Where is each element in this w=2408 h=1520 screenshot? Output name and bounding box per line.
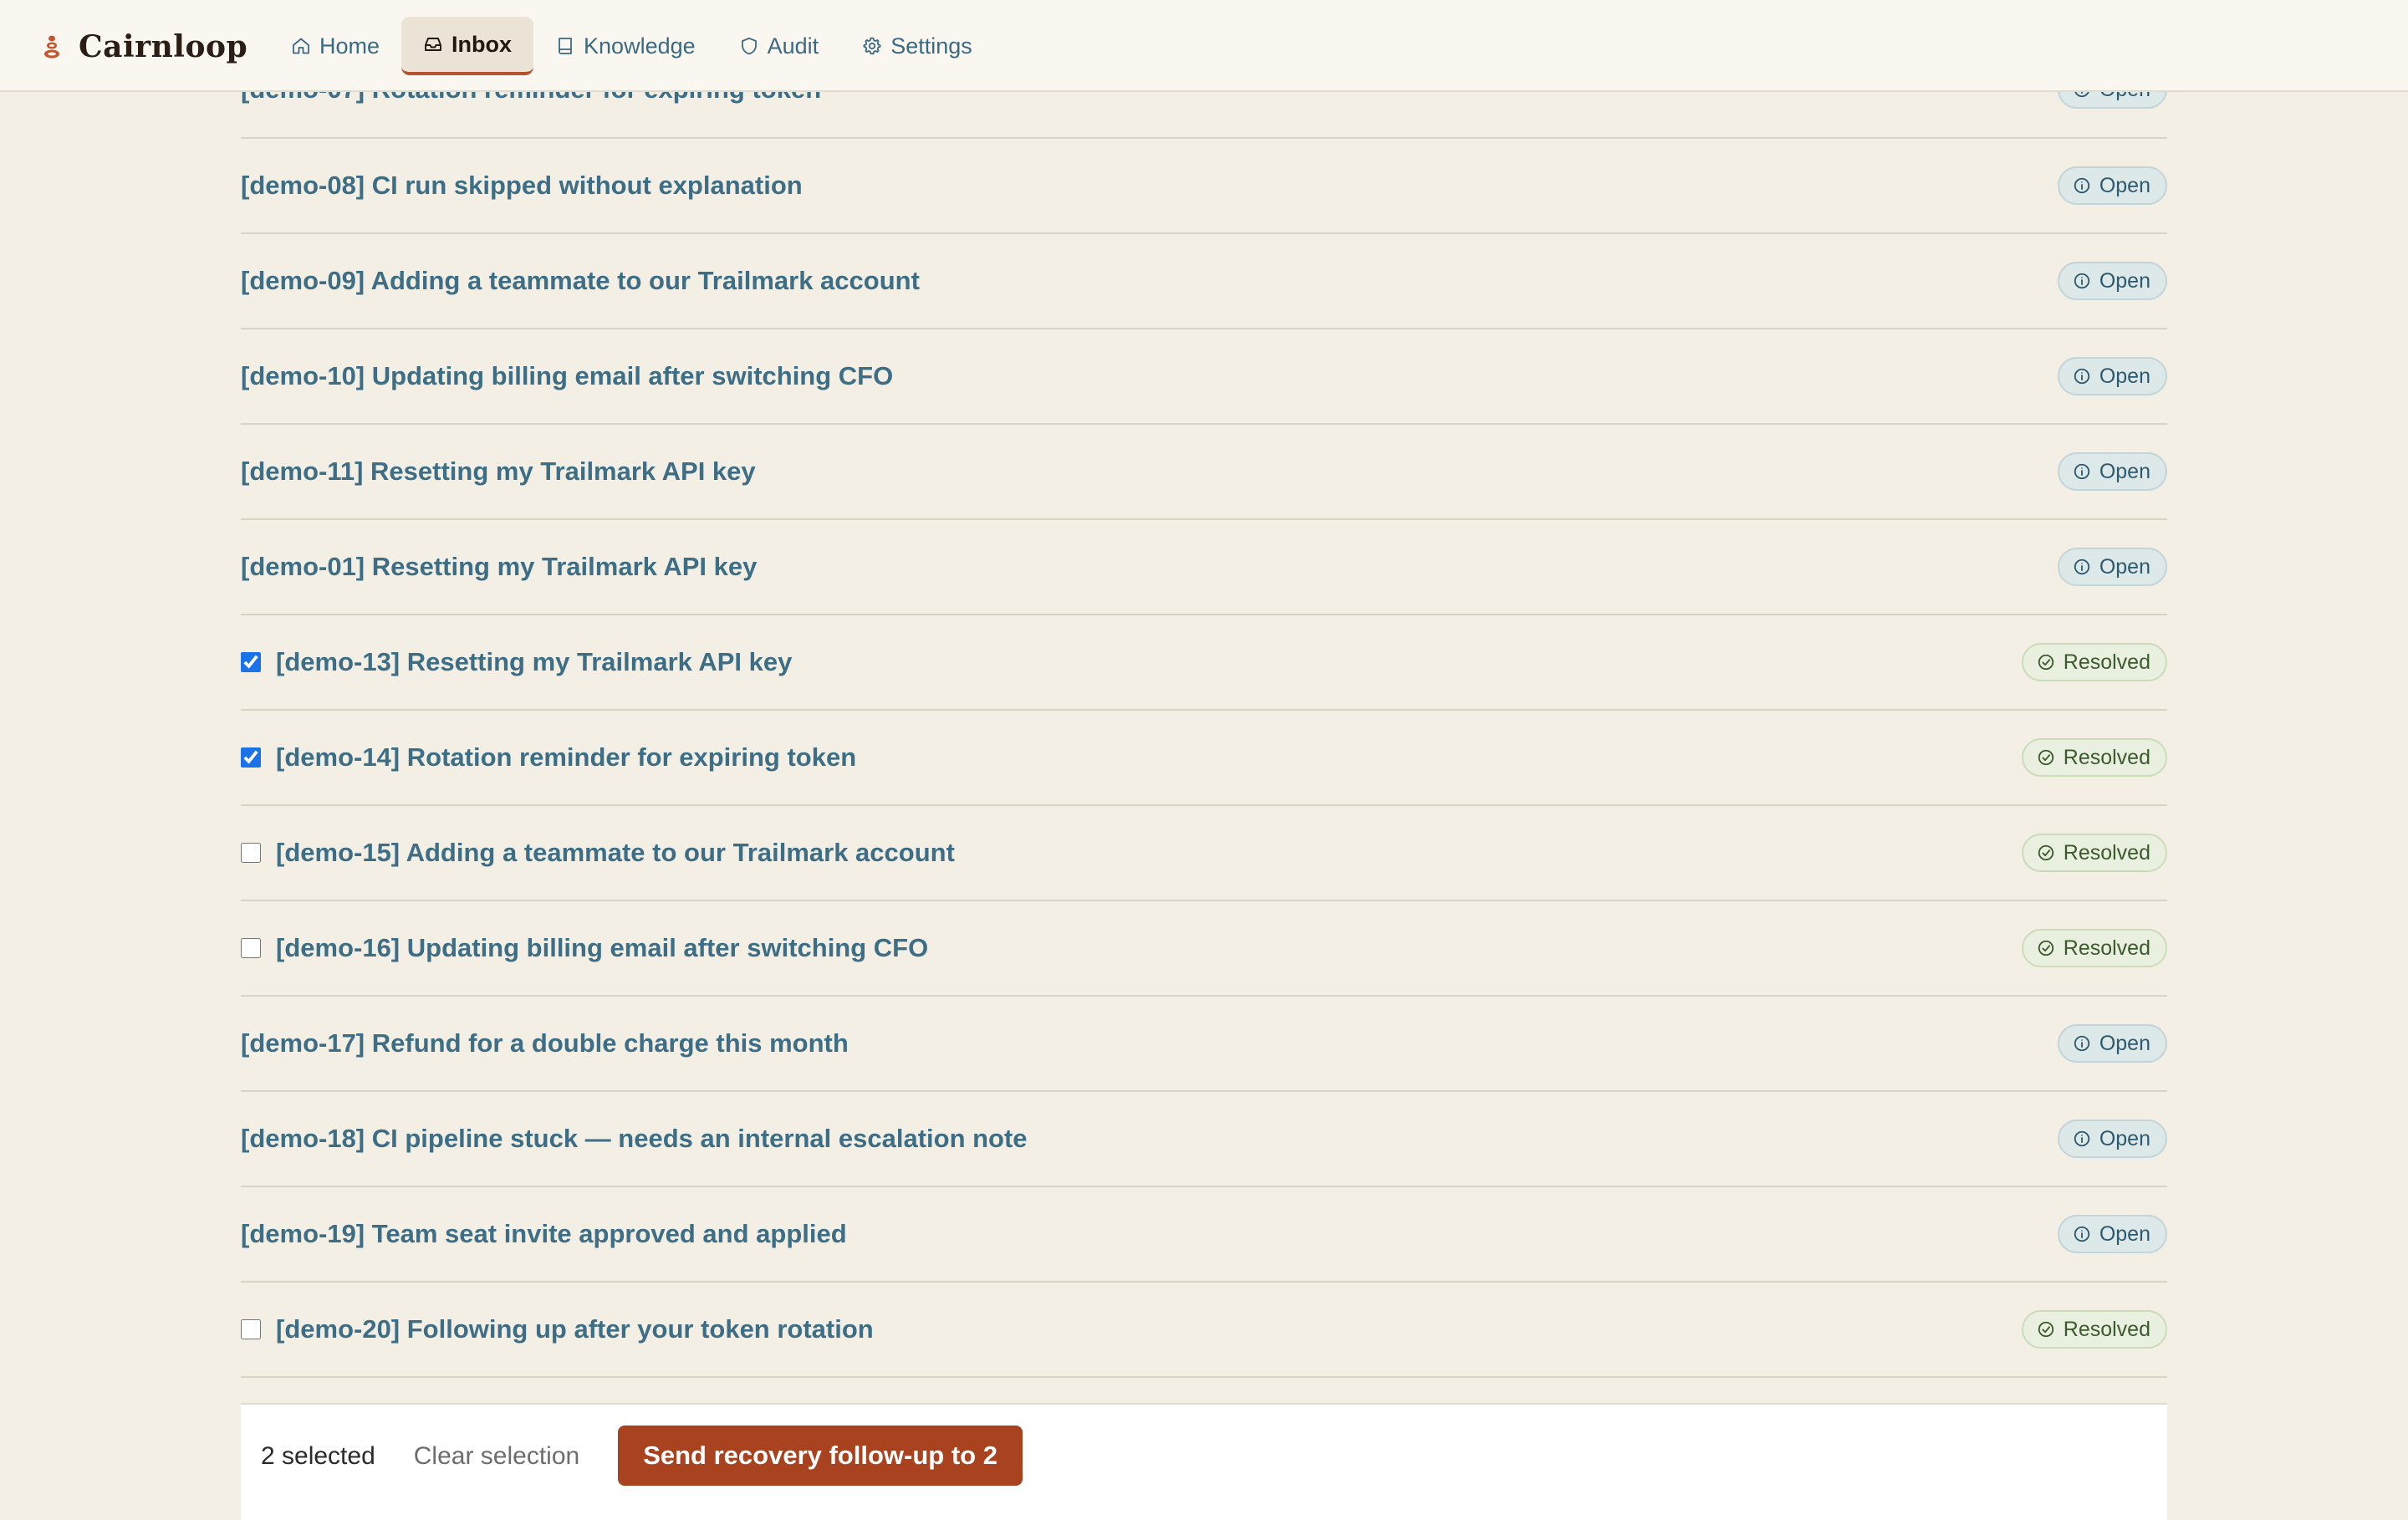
status-label: Open — [2099, 459, 2150, 483]
status-badge: Resolved — [2021, 1310, 2167, 1349]
conversation-title[interactable]: [demo-13] Resetting my Trailmark API key — [276, 647, 792, 677]
conversation-title[interactable]: [demo-20] Following up after your token … — [276, 1314, 874, 1344]
nav-tab-home[interactable]: Home — [269, 17, 401, 75]
row-select-checkbox[interactable] — [241, 938, 261, 958]
info-circle-icon — [2074, 1226, 2089, 1242]
status-label: Resolved — [2063, 840, 2150, 865]
conversation-row[interactable]: [demo-14] Rotation reminder for expiring… — [241, 711, 2167, 806]
nav-tab-label: Inbox — [452, 31, 513, 57]
gear-icon — [863, 37, 881, 55]
home-icon — [293, 38, 309, 54]
status-label: Resolved — [2063, 650, 2150, 674]
check-circle-icon — [2038, 654, 2053, 671]
nav-tab-settings[interactable]: Settings — [840, 17, 994, 75]
conversation-row[interactable]: [demo-17] Refund for a double charge thi… — [241, 997, 2167, 1092]
check-circle-icon — [2038, 844, 2053, 861]
status-badge: Open — [2057, 357, 2167, 395]
conversation-row[interactable]: [demo-15] Adding a teammate to our Trail… — [241, 806, 2167, 901]
top-navigation-bar: Cairnloop Home Inbox Knowledge Audit Set… — [0, 0, 2408, 92]
status-label: Open — [2099, 554, 2150, 579]
conversation-row[interactable]: [demo-19] Team seat invite approved and … — [241, 1187, 2167, 1283]
status-label: Open — [2099, 1126, 2150, 1150]
nav-tab-audit[interactable]: Audit — [717, 17, 841, 75]
nav-tab-inbox[interactable]: Inbox — [401, 17, 534, 75]
status-label: Resolved — [2063, 745, 2150, 769]
conversation-row[interactable]: [demo-08] CI run skipped without explana… — [241, 139, 2167, 234]
status-badge: Open — [2057, 548, 2167, 586]
check-circle-icon — [2038, 940, 2053, 956]
status-badge: Resolved — [2021, 643, 2167, 681]
row-select-checkbox[interactable] — [241, 843, 261, 863]
status-badge: Open — [2057, 166, 2167, 205]
info-circle-icon — [2074, 559, 2089, 575]
status-badge: Open — [2057, 1024, 2167, 1063]
conversation-title[interactable]: [demo-18] CI pipeline stuck — needs an i… — [241, 1124, 1028, 1154]
conversation-title[interactable]: [demo-19] Team seat invite approved and … — [241, 1219, 847, 1249]
conversation-list: [demo-07] Rotation reminder for expiring… — [241, 50, 2167, 1378]
info-circle-icon — [2074, 177, 2089, 194]
conversation-title[interactable]: [demo-11] Resetting my Trailmark API key — [241, 457, 756, 487]
info-circle-icon — [2074, 1035, 2089, 1052]
conversation-title[interactable]: [demo-10] Updating billing email after s… — [241, 361, 893, 391]
status-badge: Open — [2057, 262, 2167, 300]
conversation-row[interactable]: [demo-10] Updating billing email after s… — [241, 329, 2167, 425]
conversation-title[interactable]: [demo-08] CI run skipped without explana… — [241, 171, 803, 201]
status-label: Resolved — [2063, 936, 2150, 960]
info-circle-icon — [2074, 368, 2089, 385]
inbox-icon — [425, 38, 441, 51]
info-circle-icon — [2074, 1130, 2089, 1147]
selected-count: 2 selected — [261, 1442, 375, 1470]
status-label: Open — [2099, 268, 2150, 293]
app-name: Cairnloop — [79, 29, 248, 64]
nav-tab-label: Home — [319, 33, 380, 59]
conversation-row[interactable]: [demo-13] Resetting my Trailmark API key… — [241, 615, 2167, 711]
info-circle-icon — [2074, 273, 2089, 289]
status-label: Open — [2099, 1031, 2150, 1055]
bulk-action-bar: 2 selected Clear selection Send recovery… — [241, 1403, 2167, 1520]
status-label: Resolved — [2063, 1317, 2150, 1341]
clear-selection-button[interactable]: Clear selection — [414, 1442, 579, 1471]
brand[interactable]: Cairnloop — [42, 25, 247, 69]
conversation-row[interactable]: [demo-01] Resetting my Trailmark API key… — [241, 520, 2167, 615]
nav-tab-label: Settings — [890, 33, 972, 59]
status-badge: Resolved — [2021, 834, 2167, 872]
conversation-row[interactable]: [demo-11] Resetting my Trailmark API key… — [241, 425, 2167, 520]
info-circle-icon — [2074, 463, 2089, 480]
check-circle-icon — [2038, 749, 2053, 766]
nav-tab-label: Knowledge — [584, 33, 696, 59]
status-badge: Open — [2057, 452, 2167, 491]
status-label: Open — [2099, 173, 2150, 197]
status-badge: Open — [2057, 1120, 2167, 1158]
conversation-title[interactable]: [demo-17] Refund for a double charge thi… — [241, 1028, 849, 1058]
conversation-row[interactable]: [demo-09] Adding a teammate to our Trail… — [241, 234, 2167, 329]
conversation-title[interactable]: [demo-15] Adding a teammate to our Trail… — [276, 838, 955, 868]
status-badge: Open — [2057, 1215, 2167, 1253]
nav-tab-label: Audit — [767, 33, 819, 59]
cairn-icon — [44, 35, 59, 59]
status-label: Open — [2099, 364, 2150, 388]
status-badge: Resolved — [2021, 738, 2167, 777]
conversation-title[interactable]: [demo-01] Resetting my Trailmark API key — [241, 552, 757, 582]
main-nav: Home Inbox Knowledge Audit Settings — [269, 17, 994, 75]
status-badge: Resolved — [2021, 929, 2167, 967]
conversation-row[interactable]: [demo-18] CI pipeline stuck — needs an i… — [241, 1092, 2167, 1187]
row-select-checkbox[interactable] — [241, 747, 261, 768]
status-label: Open — [2099, 1222, 2150, 1246]
book-icon — [559, 38, 572, 54]
row-select-checkbox[interactable] — [241, 652, 261, 672]
conversation-title[interactable]: [demo-16] Updating billing email after s… — [276, 933, 928, 963]
conversation-title[interactable]: [demo-14] Rotation reminder for expiring… — [276, 742, 856, 773]
conversation-row[interactable]: [demo-20] Following up after your token … — [241, 1283, 2167, 1378]
shield-icon — [741, 37, 757, 55]
send-recovery-follow-up-button[interactable]: Send recovery follow-up to 2 — [618, 1426, 1023, 1486]
row-select-checkbox[interactable] — [241, 1319, 261, 1339]
nav-tab-knowledge[interactable]: Knowledge — [533, 17, 717, 75]
conversation-title[interactable]: [demo-09] Adding a teammate to our Trail… — [241, 266, 920, 296]
check-circle-icon — [2038, 1321, 2053, 1338]
conversation-row[interactable]: [demo-16] Updating billing email after s… — [241, 901, 2167, 997]
